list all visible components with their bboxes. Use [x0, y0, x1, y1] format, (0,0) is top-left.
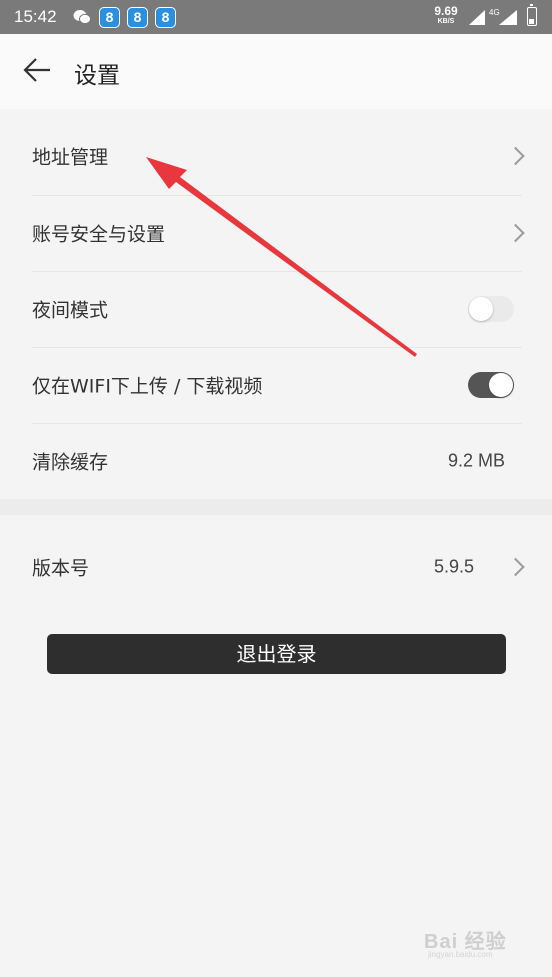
settings-item-night-mode: 夜间模式: [0, 271, 552, 347]
toggle-knob: [469, 297, 493, 321]
version-value: 5.9.5: [433, 556, 474, 577]
logout-button[interactable]: 退出登录: [47, 634, 506, 674]
notification-badge-icon: 8: [155, 7, 176, 28]
wifi-only-toggle[interactable]: [468, 372, 514, 398]
night-mode-toggle[interactable]: [468, 296, 514, 322]
notification-badge-icon: 8: [99, 7, 120, 28]
signal-icon: [469, 10, 485, 25]
chevron-right-icon: [506, 223, 525, 243]
settings-item-account-security[interactable]: 账号安全与设置: [0, 195, 552, 271]
chevron-right-icon: [506, 146, 525, 166]
watermark-url: jingyan.baidu.com: [428, 950, 493, 959]
notification-badge-icon: 8: [127, 7, 148, 28]
settings-item-label: 清除缓存: [32, 451, 109, 474]
back-arrow-icon[interactable]: [22, 56, 52, 84]
net-speed: 9.69 KB/S: [430, 5, 462, 25]
toggle-knob: [489, 373, 513, 397]
net-speed-value: 9.69: [434, 4, 458, 18]
battery-icon: [527, 4, 537, 26]
signal-4g-icon: [499, 10, 517, 25]
settings-item-label: 仅在WIFI下上传 / 下载视频: [32, 375, 263, 398]
net-speed-unit: KB/S: [437, 18, 455, 25]
cache-size-value: 9.2 MB: [447, 450, 505, 471]
settings-item-label: 版本号: [32, 557, 90, 580]
settings-item-version[interactable]: 版本号 5.9.5: [0, 529, 552, 605]
chevron-right-icon: [506, 557, 525, 577]
settings-item-address[interactable]: 地址管理: [0, 118, 552, 194]
status-bar: 15:42 8 8 8 9.69 KB/S 4G: [0, 0, 552, 34]
settings-item-label: 账号安全与设置: [32, 223, 166, 246]
settings-item-label: 夜间模式: [32, 299, 109, 322]
settings-item-label: 地址管理: [32, 146, 109, 169]
status-time: 15:42: [14, 7, 57, 26]
app-header: 设置: [0, 34, 552, 109]
settings-item-wifi-only: 仅在WIFI下上传 / 下载视频: [0, 347, 552, 423]
section-gap: [0, 499, 552, 515]
settings-item-clear-cache[interactable]: 清除缓存 9.2 MB: [0, 423, 552, 499]
wechat-icon: [73, 10, 91, 25]
page-title: 设置: [74, 63, 120, 89]
battery-level: [529, 19, 534, 24]
